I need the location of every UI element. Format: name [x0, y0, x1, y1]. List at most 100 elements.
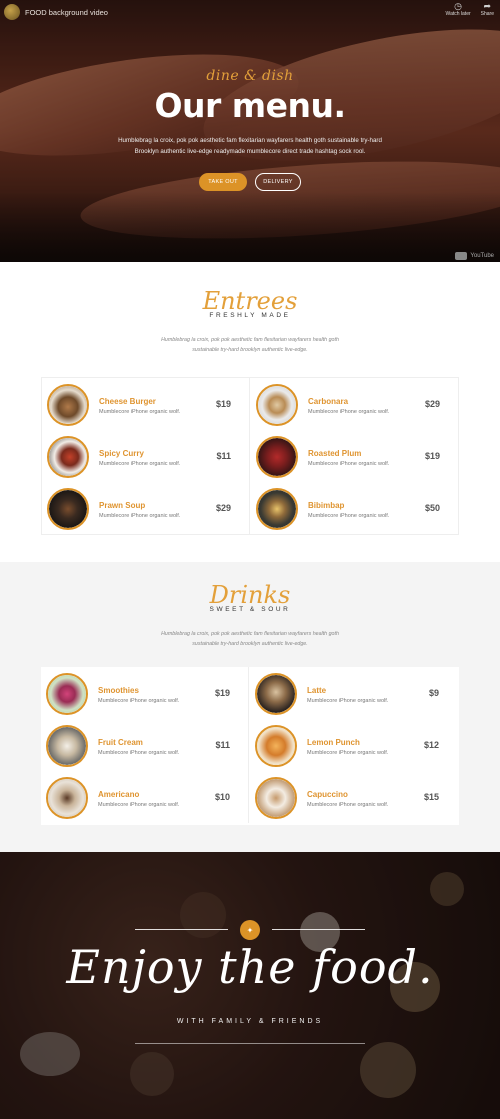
menu-item[interactable]: Prawn Soup Mumblecore iPhone organic wol…	[47, 488, 247, 532]
menu-item-name: Lemon Punch	[307, 738, 360, 747]
lemon-punch-image	[255, 725, 297, 767]
menu-item-desc: Mumblecore iPhone organic wolf.	[308, 513, 390, 519]
menu-item[interactable]: Carbonara Mumblecore iPhone organic wolf…	[256, 384, 456, 428]
menu-item[interactable]: Smoothies Mumblecore iPhone organic wolf…	[46, 673, 246, 717]
youtube-label: YouTube	[470, 253, 494, 259]
menu-item-desc: Mumblecore iPhone organic wolf.	[307, 698, 389, 704]
channel-avatar[interactable]	[4, 4, 20, 20]
share-icon: ➦	[483, 1, 492, 11]
drinks-description: Humblebrag la croix, pok pok aesthetic f…	[161, 631, 339, 647]
watch-later-label: Watch later	[445, 11, 471, 17]
drinks-section: Drinks SWEET & SOUR Humblebrag la croix,…	[0, 562, 500, 852]
menu-item-name: Smoothies	[98, 686, 139, 695]
menu-item-desc: Mumblecore iPhone organic wolf.	[308, 461, 390, 467]
menu-item[interactable]: Lemon Punch Mumblecore iPhone organic wo…	[255, 725, 455, 769]
menu-item-desc: Mumblecore iPhone organic wolf.	[98, 698, 180, 704]
menu-item-name: Bibimbap	[308, 501, 345, 510]
menu-item[interactable]: Spicy Curry Mumblecore iPhone organic wo…	[47, 436, 247, 480]
menu-item-name: Americano	[98, 790, 140, 799]
drinks-title: Drinks	[209, 581, 291, 609]
menu-item[interactable]: Latte Mumblecore iPhone organic wolf. $9	[255, 673, 455, 717]
clock-icon: ◷	[454, 1, 463, 11]
menu-item-name: Carbonara	[308, 397, 349, 406]
entrees-subtitle: FRESHLY MADE	[209, 312, 291, 319]
video-title[interactable]: FOOD background video	[25, 8, 108, 17]
take-out-button[interactable]: TAKE OUT	[199, 173, 247, 191]
menu-item[interactable]: Bibimbap Mumblecore iPhone organic wolf.…	[256, 488, 456, 532]
entrees-header: Entrees FRESHLY MADE Humblebrag la croix…	[0, 262, 500, 355]
hero-video-section[interactable]: FOOD background video ◷ Watch later ➦ Sh…	[0, 0, 500, 262]
watch-later-button[interactable]: ◷ Watch later	[446, 1, 471, 17]
divider-line-bottom	[135, 1043, 365, 1044]
latte-image	[255, 673, 297, 715]
menu-item[interactable]: Cheese Burger Mumblecore iPhone organic …	[47, 384, 247, 428]
americano-image	[46, 777, 88, 819]
menu-item-desc: Mumblecore iPhone organic wolf.	[307, 750, 389, 756]
cutlery-icon: ✦	[240, 920, 260, 940]
hero-bottom-fade	[0, 192, 500, 262]
menu-item-desc: Mumblecore iPhone organic wolf.	[99, 461, 181, 467]
video-top-bar: FOOD background video ◷ Watch later ➦ Sh…	[0, 0, 500, 24]
menu-item[interactable]: Americano Mumblecore iPhone organic wolf…	[46, 777, 246, 821]
menu-item-desc: Mumblecore iPhone organic wolf.	[307, 802, 389, 808]
share-button[interactable]: ➦ Share	[481, 1, 494, 17]
menu-item-name: Spicy Curry	[99, 449, 144, 458]
video-actions: ◷ Watch later ➦ Share	[446, 1, 494, 17]
menu-item-price: $19	[214, 688, 230, 698]
divider-line-right	[272, 929, 365, 930]
drinks-column-right: Latte Mumblecore iPhone organic wolf. $9…	[250, 667, 458, 823]
menu-item-desc: Mumblecore iPhone organic wolf.	[99, 409, 181, 415]
menu-item[interactable]: Fruit Cream Mumblecore iPhone organic wo…	[46, 725, 246, 769]
entrees-column-right: Carbonara Mumblecore iPhone organic wolf…	[251, 378, 459, 534]
menu-item[interactable]: Roasted Plum Mumblecore iPhone organic w…	[256, 436, 456, 480]
menu-item-price: $19	[424, 451, 440, 461]
menu-item-name: Roasted Plum	[308, 449, 362, 458]
capuccino-image	[255, 777, 297, 819]
menu-item-name: Latte	[307, 686, 327, 695]
menu-item-price: $12	[423, 740, 439, 750]
menu-item-price: $15	[423, 792, 439, 802]
entrees-title: Entrees	[202, 287, 298, 315]
menu-item-price: $29	[215, 503, 231, 513]
fruit-cream-image	[46, 725, 88, 767]
entrees-menu-card: Cheese Burger Mumblecore iPhone organic …	[41, 377, 459, 535]
menu-item-desc: Mumblecore iPhone organic wolf.	[308, 409, 390, 415]
youtube-logo[interactable]: YouTube	[455, 252, 494, 260]
entrees-section: Entrees FRESHLY MADE Humblebrag la croix…	[0, 262, 500, 562]
hero-content: dine & dish Our menu. Humblebrag la croi…	[0, 68, 500, 191]
hero-title: Our menu.	[154, 86, 346, 125]
divider-line-left	[135, 929, 228, 930]
footer-title: Enjoy the food.	[66, 940, 434, 994]
carbonara-image	[256, 384, 298, 426]
bibimbap-image	[256, 488, 298, 530]
share-label: Share	[480, 11, 494, 17]
drinks-subtitle: SWEET & SOUR	[209, 606, 291, 613]
youtube-play-icon	[455, 252, 468, 260]
roasted-plum-image	[256, 436, 298, 478]
drinks-column-left: Smoothies Mumblecore iPhone organic wolf…	[41, 667, 249, 823]
menu-item-name: Fruit Cream	[98, 738, 143, 747]
menu-item-price: $29	[424, 399, 440, 409]
menu-item[interactable]: Capuccino Mumblecore iPhone organic wolf…	[255, 777, 455, 821]
prawn-soup-image	[47, 488, 89, 530]
enjoy-food-section: ✦ Enjoy the food. WITH FAMILY & FRIENDS	[0, 852, 500, 1119]
footer-subtitle: WITH FAMILY & FRIENDS	[176, 1018, 324, 1025]
smoothies-image	[46, 673, 88, 715]
hero-description: Humblebrag la croix, pok pok aesthetic f…	[118, 137, 382, 155]
menu-item-name: Prawn Soup	[99, 501, 146, 510]
hero-buttons: TAKE OUT DELIVERY	[0, 173, 500, 191]
menu-item-name: Cheese Burger	[99, 397, 156, 406]
menu-item-price: $10	[214, 792, 230, 802]
drinks-header: Drinks SWEET & SOUR Humblebrag la croix,…	[0, 562, 500, 649]
cheese-burger-image	[47, 384, 89, 426]
entrees-description: Humblebrag la croix, pok pok aesthetic f…	[161, 337, 339, 353]
menu-item-desc: Mumblecore iPhone organic wolf.	[98, 802, 180, 808]
drinks-menu-card: Smoothies Mumblecore iPhone organic wolf…	[41, 667, 459, 825]
delivery-button[interactable]: DELIVERY	[255, 173, 301, 191]
menu-item-price: $50	[424, 503, 440, 513]
menu-item-desc: Mumblecore iPhone organic wolf.	[99, 513, 181, 519]
menu-item-price: $11	[215, 740, 230, 750]
spicy-curry-image	[47, 436, 89, 478]
menu-item-name: Capuccino	[307, 790, 348, 799]
menu-item-price: $11	[216, 451, 231, 461]
